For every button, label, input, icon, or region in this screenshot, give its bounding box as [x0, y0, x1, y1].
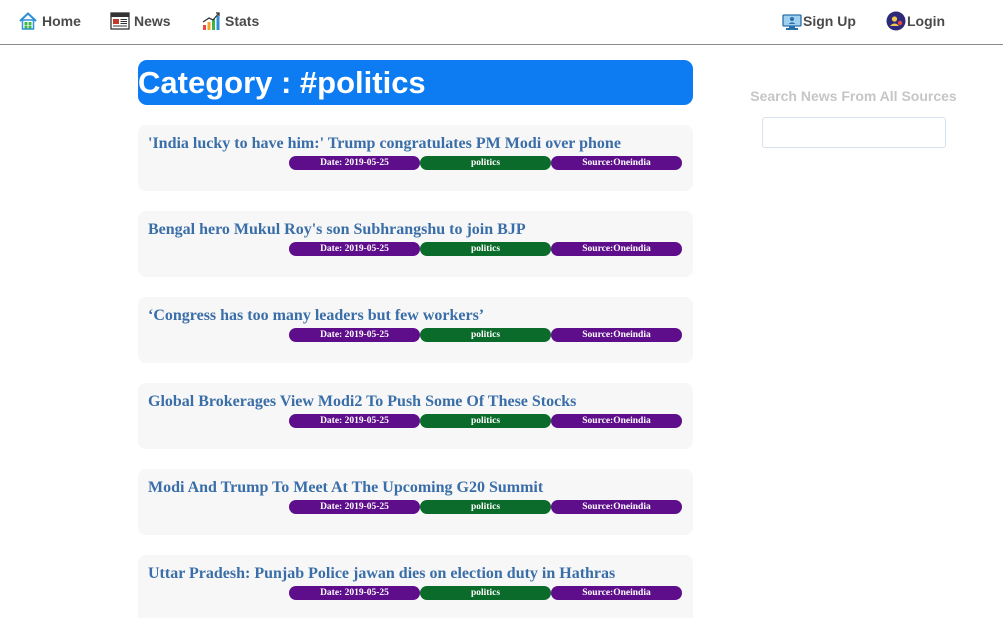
search-heading: Search News From All Sources	[750, 88, 957, 104]
category-badge: politics	[420, 500, 551, 514]
source-badge: Source:Oneindia	[551, 328, 682, 342]
nav-signup-link[interactable]: Sign Up	[782, 10, 856, 32]
source-badge: Source:Oneindia	[551, 500, 682, 514]
category-badge: politics	[420, 414, 551, 428]
date-badge: Date: 2019-05-25	[289, 500, 420, 514]
news-title-link[interactable]: Bengal hero Mukul Roy's son Subhrangshu …	[148, 221, 526, 239]
news-title-link[interactable]: Uttar Pradesh: Punjab Police jawan dies …	[148, 565, 615, 583]
nav-news-label: News	[134, 13, 171, 29]
category-banner: Category : #politics	[138, 60, 693, 105]
category-badge: politics	[420, 156, 551, 170]
news-card: ‘Congress has too many leaders but few w…	[138, 297, 693, 363]
news-badges: Date: 2019-05-25 politics Source:Oneindi…	[289, 586, 682, 600]
news-badges: Date: 2019-05-25 politics Source:Oneindi…	[289, 414, 682, 428]
chart-icon	[201, 11, 221, 31]
news-card: Bengal hero Mukul Roy's son Subhrangshu …	[138, 211, 693, 277]
news-badges: Date: 2019-05-25 politics Source:Oneindi…	[289, 500, 682, 514]
news-card: Modi And Trump To Meet At The Upcoming G…	[138, 469, 693, 535]
nav-stats-label: Stats	[225, 13, 260, 29]
news-card: Global Brokerages View Modi2 To Push Som…	[138, 383, 693, 449]
nav-home-link[interactable]: Home	[18, 10, 81, 32]
news-title-link[interactable]: Modi And Trump To Meet At The Upcoming G…	[148, 479, 543, 497]
nav-login-label: Login	[907, 13, 946, 29]
nav-home-label: Home	[42, 13, 81, 29]
nav-login-link[interactable]: Login	[886, 10, 945, 32]
category-badge: politics	[420, 586, 551, 600]
login-user-icon	[886, 11, 906, 31]
news-card: 'India lucky to have him:' Trump congrat…	[138, 125, 693, 191]
nav-news-link[interactable]: News	[110, 10, 171, 32]
source-badge: Source:Oneindia	[551, 156, 682, 170]
date-badge: Date: 2019-05-25	[289, 156, 420, 170]
category-heading: Category : #politics	[138, 65, 426, 100]
source-badge: Source:Oneindia	[551, 414, 682, 428]
nav-stats-link[interactable]: Stats	[201, 10, 259, 32]
news-badges: Date: 2019-05-25 politics Source:Oneindi…	[289, 156, 682, 170]
news-badges: Date: 2019-05-25 politics Source:Oneindi…	[289, 242, 682, 256]
source-badge: Source:Oneindia	[551, 242, 682, 256]
newspaper-icon	[110, 11, 130, 31]
source-badge: Source:Oneindia	[551, 586, 682, 600]
search-input[interactable]	[762, 117, 946, 148]
date-badge: Date: 2019-05-25	[289, 242, 420, 256]
date-badge: Date: 2019-05-25	[289, 328, 420, 342]
category-badge: politics	[420, 242, 551, 256]
news-card: Uttar Pradesh: Punjab Police jawan dies …	[138, 555, 693, 618]
date-badge: Date: 2019-05-25	[289, 414, 420, 428]
date-badge: Date: 2019-05-25	[289, 586, 420, 600]
nav-signup-label: Sign Up	[803, 13, 856, 29]
news-badges: Date: 2019-05-25 politics Source:Oneindi…	[289, 328, 682, 342]
category-badge: politics	[420, 328, 551, 342]
news-title-link[interactable]: ‘Congress has too many leaders but few w…	[148, 307, 484, 325]
top-navbar: Home News Stats Sign Up Login	[0, 0, 1003, 45]
news-title-link[interactable]: 'India lucky to have him:' Trump congrat…	[148, 135, 621, 153]
signup-monitor-icon	[782, 11, 802, 31]
news-title-link[interactable]: Global Brokerages View Modi2 To Push Som…	[148, 393, 576, 411]
home-icon	[18, 11, 38, 31]
